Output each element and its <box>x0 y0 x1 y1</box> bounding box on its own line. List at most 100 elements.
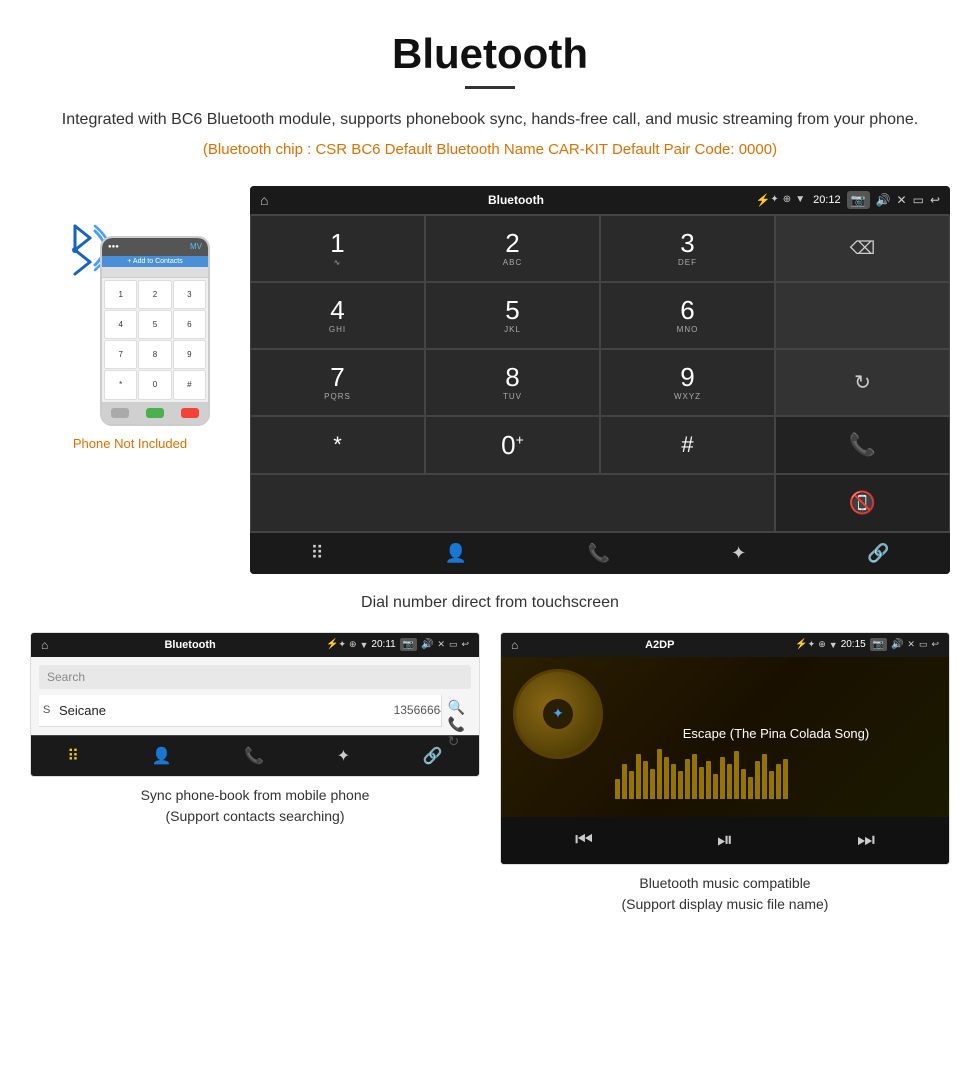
music-win-icon[interactable]: ▭ <box>919 639 928 650</box>
music-bt-icon: ✦ <box>808 639 816 650</box>
prev-button[interactable]: ⏮ <box>575 829 593 852</box>
close-icon[interactable]: ✕ <box>897 193 907 207</box>
dial-backspace[interactable]: ⌫ <box>775 215 950 282</box>
camera-icon[interactable]: 📷 <box>847 191 870 209</box>
page-title: Bluetooth <box>60 30 920 78</box>
window-icon[interactable]: ▭ <box>913 193 924 207</box>
dial-screen: ⌂ Bluetooth ⚡ ✦ ⊕ ▼ 20:12 📷 🔊 ✕ ▭ ↩ <box>250 186 950 574</box>
dial-caption: Dial number direct from touchscreen <box>0 584 980 628</box>
pb-win-icon[interactable]: ▭ <box>449 639 458 650</box>
bluetooth-status-icon: ✦ <box>770 194 778 205</box>
page-description: Integrated with BC6 Bluetooth module, su… <box>60 107 920 133</box>
dial-key-hash[interactable]: # <box>600 416 775 474</box>
music-status-bar: ⌂ A2DP ⚡ ✦ ⊕ ▼ 20:15 📷 🔊 ✕ ▭ ↩ <box>501 633 949 657</box>
dial-key-7[interactable]: 7 PQRS <box>250 349 425 416</box>
dial-key-6[interactable]: 6 MNO <box>600 282 775 349</box>
music-controls: ⏮ ⏯ ⏭ <box>501 817 949 864</box>
bottom-screenshots: ⌂ Bluetooth ⚡ ✦ ⊕ ▼ 20:11 📷 🔊 ✕ ▭ ↩ <box>0 632 980 915</box>
dial-key-9[interactable]: 9 WXYZ <box>600 349 775 416</box>
phone-side-icon[interactable]: 📞 <box>448 716 465 733</box>
album-art: ✦ <box>513 669 603 759</box>
music-back-icon[interactable]: ↩ <box>931 639 939 650</box>
music-cam-icon[interactable]: 📷 <box>870 638 887 651</box>
phone-mockup: ●●● MV + Add to Contacts 123 456 789 *0# <box>100 236 210 426</box>
pb-cam-icon[interactable]: 📷 <box>400 638 417 651</box>
pb-title: Bluetooth <box>54 639 326 651</box>
pb-close-icon[interactable]: ✕ <box>437 639 445 650</box>
song-title: Escape (The Pina Colada Song) <box>615 726 937 741</box>
dial-empty-row5-1 <box>250 474 775 532</box>
music-home-icon[interactable]: ⌂ <box>511 638 518 652</box>
usb-icon: ⚡ <box>755 193 770 207</box>
phonebook-screen: ⌂ Bluetooth ⚡ ✦ ⊕ ▼ 20:11 📷 🔊 ✕ ▭ ↩ <box>30 632 480 777</box>
dial-key-5[interactable]: 5 JKL <box>425 282 600 349</box>
dial-empty-row2 <box>775 282 950 349</box>
dial-refresh[interactable]: ↻ <box>775 349 950 416</box>
page-header: Bluetooth Integrated with BC6 Bluetooth … <box>0 0 980 186</box>
music-time: 20:15 <box>841 639 866 650</box>
contact-row: S Seicane 13566664466 <box>39 695 471 727</box>
dial-end-button[interactable]: 📵 <box>775 474 950 532</box>
music-loc-icon: ⊕ <box>818 639 826 650</box>
pb-loc-icon: ⊕ <box>349 639 357 650</box>
dial-key-3[interactable]: 3 DEF <box>600 215 775 282</box>
pb-usb-icon: ⚡ <box>326 639 338 650</box>
music-close-icon[interactable]: ✕ <box>907 639 915 650</box>
next-button[interactable]: ⏭ <box>857 829 875 852</box>
dial-key-1[interactable]: 1 ∿ <box>250 215 425 282</box>
pb-bluetooth-icon[interactable]: ✦ <box>337 746 350 766</box>
refresh-side-icon[interactable]: ↻ <box>448 733 465 750</box>
phonebook-caption: Sync phone-book from mobile phone (Suppo… <box>141 785 370 827</box>
pb-bt-icon: ✦ <box>338 639 346 650</box>
dial-key-0[interactable]: 0+ <box>425 416 600 474</box>
dial-keypad-grid: 1 ∿ 2 ABC 3 DEF ⌫ 4 GHI <box>250 214 950 532</box>
music-caption: Bluetooth music compatible (Support disp… <box>622 873 829 915</box>
phone-not-included-label: Phone Not Included <box>73 436 187 451</box>
phonebook-section: ⌂ Bluetooth ⚡ ✦ ⊕ ▼ 20:11 📷 🔊 ✕ ▭ ↩ <box>30 632 480 915</box>
pb-time: 20:11 <box>371 639 395 650</box>
bluetooth-phone-graphic: ●●● MV + Add to Contacts 123 456 789 *0# <box>50 206 210 426</box>
phonebook-bottom-nav: ⠿ 👤 📞 ✦ 🔗 <box>31 735 479 776</box>
play-pause-button[interactable]: ⏯ <box>717 829 733 852</box>
album-bluetooth-icon: ✦ <box>552 705 564 722</box>
music-section: ⌂ A2DP ⚡ ✦ ⊕ ▼ 20:15 📷 🔊 ✕ ▭ ↩ <box>500 632 950 915</box>
dial-key-4[interactable]: 4 GHI <box>250 282 425 349</box>
volume-icon[interactable]: 🔊 <box>876 193 891 207</box>
phonebook-search-bar[interactable]: Search <box>39 665 471 689</box>
pb-keypad-icon[interactable]: ⠿ <box>67 746 79 766</box>
phone-nav-icon[interactable]: 📞 <box>588 543 610 564</box>
home-icon[interactable]: ⌂ <box>260 192 268 208</box>
contact-name: Seicane <box>59 703 394 718</box>
pb-contacts-icon[interactable]: 👤 <box>152 746 172 766</box>
pb-wifi-icon: ▼ <box>360 640 369 650</box>
contacts-nav-icon[interactable]: 👤 <box>445 543 467 564</box>
dial-key-2[interactable]: 2 ABC <box>425 215 600 282</box>
dial-key-star[interactable]: * <box>250 416 425 474</box>
pb-phone-icon[interactable]: 📞 <box>244 746 264 766</box>
phonebook-content: Search S Seicane 13566664466 🔍 📞 ↻ <box>31 657 479 735</box>
pb-home-icon[interactable]: ⌂ <box>41 638 48 652</box>
phone-section: ●●● MV + Add to Contacts 123 456 789 *0# <box>30 186 230 451</box>
pb-back-icon[interactable]: ↩ <box>461 639 469 650</box>
pb-vol-icon[interactable]: 🔊 <box>421 639 433 650</box>
music-info: Escape (The Pina Colada Song) <box>615 669 937 805</box>
wifi-icon: ▼ <box>795 194 805 205</box>
contact-letter: S <box>43 704 59 716</box>
music-content: ✦ Escape (The Pina Colada Song) <box>501 657 949 817</box>
pb-link-icon[interactable]: 🔗 <box>423 746 443 766</box>
dial-bottom-nav: ⠿ 👤 📞 ✦ 🔗 <box>250 532 950 574</box>
music-screen: ⌂ A2DP ⚡ ✦ ⊕ ▼ 20:15 📷 🔊 ✕ ▭ ↩ <box>500 632 950 865</box>
dial-key-8[interactable]: 8 TUV <box>425 349 600 416</box>
keypad-nav-icon[interactable]: ⠿ <box>310 543 323 564</box>
dial-call-button[interactable]: 📞 <box>775 416 950 474</box>
music-vol-icon[interactable]: 🔊 <box>891 639 903 650</box>
equalizer <box>615 749 937 799</box>
search-side-icon[interactable]: 🔍 <box>448 699 465 716</box>
link-nav-icon[interactable]: 🔗 <box>867 543 889 564</box>
back-icon[interactable]: ↩ <box>930 193 940 207</box>
status-time: 20:12 <box>813 194 841 206</box>
bluetooth-nav-icon[interactable]: ✦ <box>731 543 746 564</box>
music-usb-icon: ⚡ <box>795 639 807 650</box>
page-specs: (Bluetooth chip : CSR BC6 Default Blueto… <box>60 141 920 158</box>
main-content: ●●● MV + Add to Contacts 123 456 789 *0# <box>0 186 980 574</box>
